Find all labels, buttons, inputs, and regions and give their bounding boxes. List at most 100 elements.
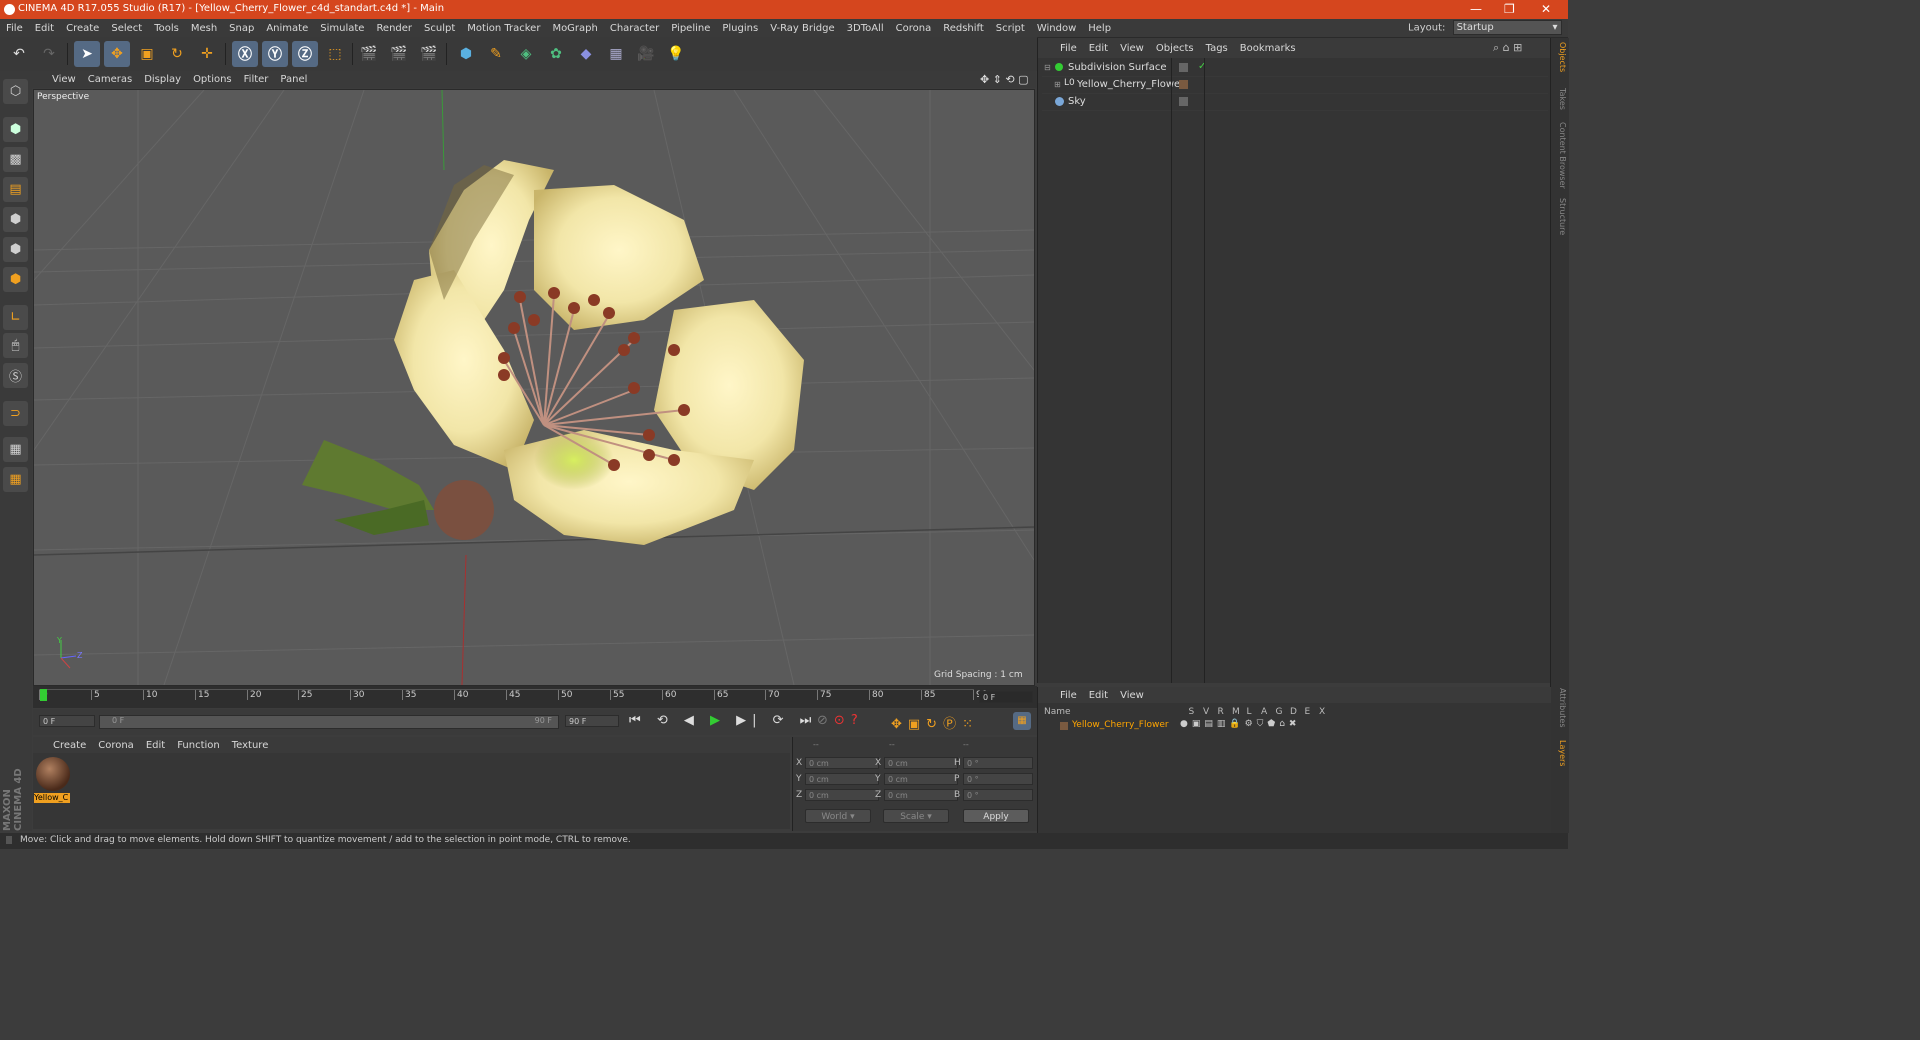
camera-icon[interactable]: 🎥 [633, 41, 659, 67]
layer-row[interactable]: Yellow_Cherry_Flower ●▣▤▥🔒⚙⛉⬟⌂✖ [1042, 719, 1548, 733]
playhead[interactable] [40, 689, 47, 701]
coord-rot-field[interactable]: 0 ° [963, 773, 1033, 785]
menu-redshift[interactable]: Redshift [937, 23, 990, 34]
redo-icon[interactable]: ↷ [36, 41, 62, 67]
layer-menu-view[interactable]: View [1114, 690, 1150, 701]
minimize-button[interactable]: — [1470, 2, 1482, 16]
subdivision-surface-icon[interactable]: ◈ [513, 41, 539, 67]
coord-rot-field[interactable]: 0 ° [963, 789, 1033, 801]
material-menu-texture[interactable]: Texture [226, 740, 275, 751]
tab-layers[interactable]: Layers [1553, 740, 1567, 766]
coord-mode-world[interactable]: World ▾ [805, 809, 871, 823]
menu-file[interactable]: File [0, 23, 29, 34]
menu-simulate[interactable]: Simulate [314, 23, 370, 34]
menu-plugins[interactable]: Plugins [716, 23, 764, 34]
layer-menu-edit[interactable]: Edit [1083, 690, 1114, 701]
material-menu-edit[interactable]: Edit [140, 740, 171, 751]
object-menu-file[interactable]: File [1054, 43, 1083, 54]
viewport-menu-filter[interactable]: Filter [238, 74, 275, 85]
layer-tag-icon[interactable] [1179, 63, 1188, 72]
object-menu-objects[interactable]: Objects [1150, 43, 1200, 54]
cloner-icon[interactable]: ✿ [543, 41, 569, 67]
edges-mode-icon[interactable]: ⬢ [3, 237, 28, 262]
viewport-menu-cameras[interactable]: Cameras [82, 74, 138, 85]
menu-window[interactable]: Window [1031, 23, 1082, 34]
menu-animate[interactable]: Animate [260, 23, 314, 34]
z-axis-lock-icon[interactable]: Ⓩ [292, 41, 318, 67]
start-frame-field[interactable]: 0 F [39, 715, 95, 727]
layer-column-header[interactable]: Name [1044, 707, 1071, 717]
coord-pos-field[interactable]: 0 cm [805, 757, 879, 769]
search-icon[interactable]: ⌕ ⌂ ⊞ [1493, 41, 1522, 55]
tweak-mode-icon[interactable]: 🖱 [3, 333, 28, 358]
menu-script[interactable]: Script [990, 23, 1031, 34]
model-mode-icon[interactable]: ⬢ [3, 117, 28, 142]
menu-motion-tracker[interactable]: Motion Tracker [461, 23, 546, 34]
menu-mograph[interactable]: MoGraph [546, 23, 603, 34]
layer-column-header[interactable]: X [1319, 707, 1325, 717]
points-mode-icon[interactable]: ⬢ [3, 207, 28, 232]
tab-takes[interactable]: Takes [1553, 88, 1567, 110]
tab-structure[interactable]: Structure [1553, 198, 1567, 235]
object-menu-bookmarks[interactable]: Bookmarks [1234, 43, 1302, 54]
tab-content-browser[interactable]: Content Browser [1553, 122, 1567, 189]
axis-mode-icon[interactable]: ∟ [3, 305, 28, 330]
material-swatch[interactable] [36, 757, 70, 791]
snap-icon[interactable]: Ⓢ [3, 363, 28, 388]
menu-corona[interactable]: Corona [890, 23, 938, 34]
workplane-lock-icon[interactable]: ▦ [3, 437, 28, 462]
coord-size-field[interactable]: 0 cm [884, 757, 958, 769]
layer-toggle-icons[interactable]: ●▣▤▥🔒⚙⛉⬟⌂✖ [1180, 719, 1300, 729]
x-axis-lock-icon[interactable]: Ⓧ [232, 41, 258, 67]
object-menu-edit[interactable]: Edit [1083, 43, 1114, 54]
tab-objects[interactable]: Objects [1553, 42, 1567, 72]
object-menu-view[interactable]: View [1114, 43, 1150, 54]
render-view-icon[interactable]: 🎬 [356, 41, 382, 67]
deformer-icon[interactable]: ◆ [573, 41, 599, 67]
restore-button[interactable]: ❐ [1504, 2, 1515, 16]
viewport-menu-panel[interactable]: Panel [274, 74, 313, 85]
magnet-icon[interactable]: ⊃ [3, 401, 28, 426]
enabled-check-icon[interactable]: ✓ [1198, 61, 1206, 72]
viewport-perspective[interactable]: Perspective Y Z Grid Spacing : 1 cm [33, 89, 1035, 686]
menu-sculpt[interactable]: Sculpt [418, 23, 461, 34]
undo-icon[interactable]: ↶ [6, 41, 32, 67]
expand-icon[interactable]: ⊞ [1054, 80, 1061, 89]
render-picture-viewer-icon[interactable]: 🎬 [386, 41, 412, 67]
close-button[interactable]: ✕ [1541, 2, 1551, 16]
menu-snap[interactable]: Snap [223, 23, 260, 34]
object-name[interactable]: Sky [1068, 96, 1086, 107]
cube-primitive-icon[interactable]: ⬢ [453, 41, 479, 67]
timeline-window-icon[interactable]: ▦ [1013, 712, 1031, 730]
coord-size-field[interactable]: 0 cm [884, 773, 958, 785]
coord-size-field[interactable]: 0 cm [884, 789, 958, 801]
layer-color-swatch[interactable] [1060, 722, 1068, 730]
layer-tag-icon[interactable] [1179, 80, 1188, 89]
layer-column-header[interactable]: G [1276, 707, 1283, 717]
range-slider[interactable]: 0 F 90 F [99, 715, 559, 729]
coord-rot-field[interactable]: 0 ° [963, 757, 1033, 769]
keyframe-controls[interactable]: ⊘⊙? [817, 713, 864, 728]
layer-column-header[interactable]: A [1261, 707, 1267, 717]
menu-help[interactable]: Help [1082, 23, 1117, 34]
workplane-mode-icon[interactable]: ▤ [3, 177, 28, 202]
material-label[interactable]: Yellow_C [34, 793, 70, 803]
coord-pos-field[interactable]: 0 cm [805, 773, 879, 785]
menu-v-ray-bridge[interactable]: V-Ray Bridge [764, 23, 840, 34]
coordinate-system-icon[interactable]: ⬚ [322, 41, 348, 67]
current-frame-field[interactable]: 0 F [979, 691, 1033, 703]
object-row-sky[interactable]: Sky [1042, 94, 1548, 111]
polygons-mode-icon[interactable]: ⬢ [3, 267, 28, 292]
move-tool-icon[interactable]: ✥ [104, 41, 130, 67]
pen-spline-icon[interactable]: ✎ [483, 41, 509, 67]
y-axis-lock-icon[interactable]: Ⓨ [262, 41, 288, 67]
layer-name[interactable]: Yellow_Cherry_Flower [1072, 720, 1169, 730]
floor-environment-icon[interactable]: ▦ [603, 41, 629, 67]
object-name[interactable]: Yellow_Cherry_Flower [1077, 79, 1184, 90]
menu-character[interactable]: Character [604, 23, 665, 34]
object-name[interactable]: Subdivision Surface [1068, 62, 1167, 73]
object-row-flower[interactable]: ⊞ L0 Yellow_Cherry_Flower [1042, 77, 1548, 94]
end-frame-field[interactable]: 90 F [565, 715, 619, 727]
viewport-menu-view[interactable]: View [46, 74, 82, 85]
collapse-icon[interactable]: ⊟ [1044, 63, 1051, 72]
